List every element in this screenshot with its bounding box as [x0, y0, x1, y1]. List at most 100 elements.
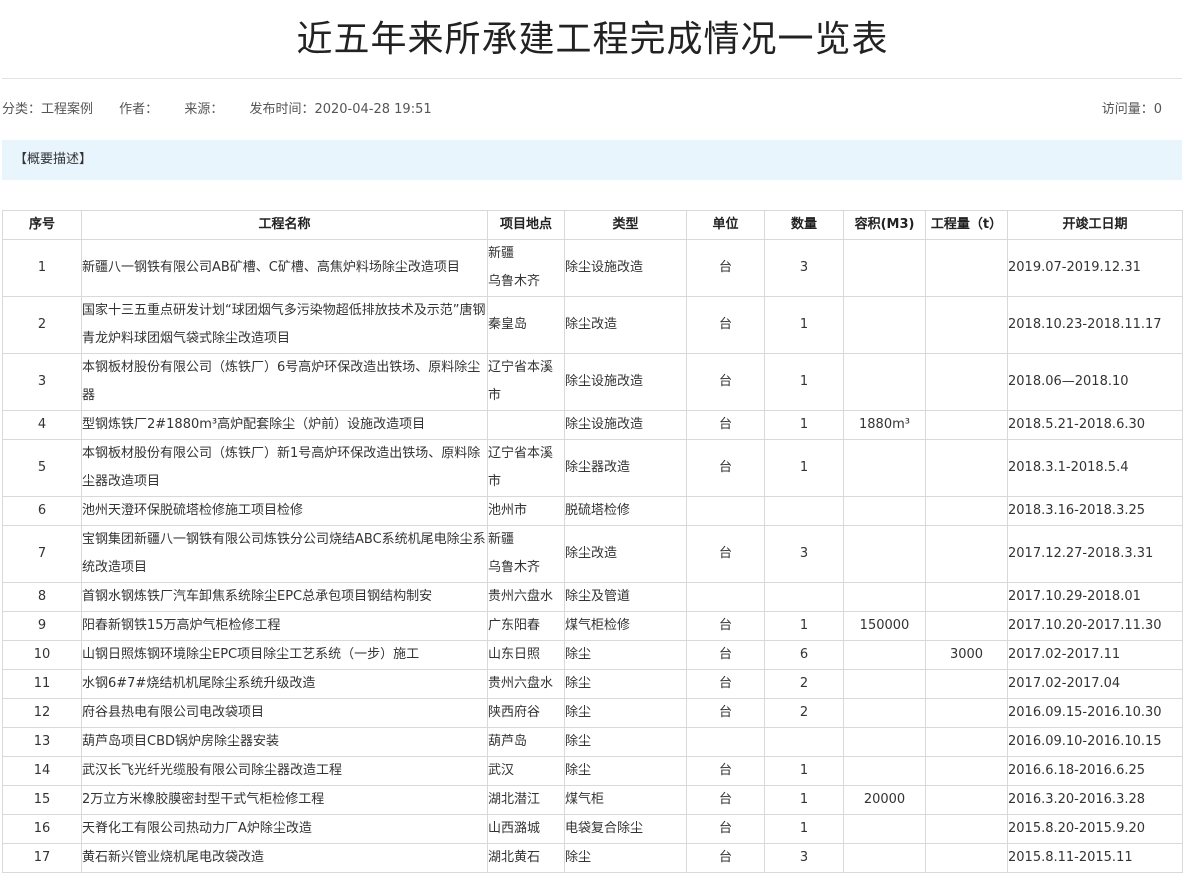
row-type: 除尘 — [564, 669, 687, 699]
header-type: 类型 — [564, 210, 687, 240]
row-volume — [843, 843, 926, 873]
row-quantity: 1 — [764, 353, 844, 411]
table-row: 11 水钢6#7#烧结机机尾除尘系统升级改造 贵州六盘水 除尘台 2 2017.02-20… — [2, 669, 1183, 699]
row-location: 武汉 — [487, 756, 565, 786]
row-type: 脱硫塔检修 — [564, 496, 687, 526]
table-row: 1 新疆八一钢铁有限公司AB矿槽、C矿槽、高焦炉料场除尘改造项目 新疆 乌鲁木齐 除尘设… — [2, 239, 1183, 297]
row-quantity: 1 — [764, 296, 844, 354]
table-row: 8 首钢水钢炼铁厂汽车卸焦系统除尘EPC总承包项目钢结构制安 贵州六盘水 除尘及管道 2… — [2, 582, 1183, 612]
header-no: 序号 — [2, 210, 82, 240]
row-quantity: 6 — [764, 640, 844, 670]
row-unit: 台 — [686, 814, 765, 844]
page-title: 近五年来所承建工程完成情况一览表 — [296, 19, 889, 60]
row-type: 除尘 — [564, 698, 687, 728]
row-type: 除尘器改造 — [564, 439, 687, 497]
row-location: 贵州六盘水 — [487, 669, 565, 699]
row-name: 首钢水钢炼铁厂汽车卸焦系统除尘EPC总承包项目钢结构制安 — [81, 582, 488, 612]
row-date: 2016.3.20-2016.3.28 — [1007, 785, 1183, 815]
row-weight — [925, 611, 1008, 641]
table-row: 9 阳春新钢铁15万高炉气柜检修工程 广东阳春 煤气柜检修台 1 150000 2017.1… — [2, 611, 1183, 641]
row-weight — [925, 296, 1008, 354]
row-weight — [925, 669, 1008, 699]
row-location: 陕西府谷 — [487, 698, 565, 728]
row-unit: 台 — [686, 669, 765, 699]
header-name: 工程名称 — [81, 210, 488, 240]
row-unit: 台 — [686, 353, 765, 411]
row-date: 2016.09.15-2016.10.30 — [1007, 698, 1183, 728]
row-type: 除尘 — [564, 843, 687, 873]
header-quantity: 数量 — [764, 210, 844, 240]
row-name: 水钢6#7#烧结机机尾除尘系统升级改造 — [81, 669, 488, 699]
row-type: 除尘 — [564, 727, 687, 757]
row-location: 湖北潜江 — [487, 785, 565, 815]
table-row: 5 本钢板材股份有限公司（炼铁厂）新1号高炉环保改造出铁场、原料除尘器改造项目 辽宁… — [2, 439, 1183, 497]
table-row: 3 本钢板材股份有限公司（炼铁厂）6号高炉环保改造出铁场、原料除尘器 辽宁省本溪市除… — [2, 353, 1183, 411]
row-no: 12 — [2, 698, 82, 728]
row-date: 2018.5.21-2018.6.30 — [1007, 410, 1183, 440]
row-volume — [843, 525, 926, 583]
row-no: 13 — [2, 727, 82, 757]
row-name: 国家十三五重点研发计划“球团烟气多污染物超低排放技术及示范”唐钢青龙炉料球团烟气… — [81, 296, 488, 354]
row-location: 新疆 乌鲁木齐 — [487, 525, 565, 583]
row-unit — [686, 727, 765, 757]
row-date: 2017.10.20-2017.11.30 — [1007, 611, 1183, 641]
meta-published: 发布时间：2020-04-28 19:51 — [249, 102, 432, 117]
row-no: 16 — [2, 814, 82, 844]
row-volume: 20000 — [843, 785, 926, 815]
row-name: 型钢炼铁厂2#1880m³高炉配套除尘（炉前）设施改造项目 — [81, 410, 488, 440]
row-location: 贵州六盘水 — [487, 582, 565, 612]
table-row: 10 山钢日照炼钢环境除尘EPC项目除尘工艺系统（一步）施工 山东日照 除尘台 6 300… — [2, 640, 1183, 670]
row-quantity: 1 — [764, 611, 844, 641]
table-row: 14 武汉长飞光纤光缆股有限公司除尘器改造工程 武汉 除尘台 1 2016.6.18-20… — [2, 756, 1183, 786]
row-no: 7 — [2, 525, 82, 583]
row-weight — [925, 582, 1008, 612]
row-quantity: 3 — [764, 525, 844, 583]
row-unit: 台 — [686, 410, 765, 440]
row-volume — [843, 296, 926, 354]
row-type: 除尘 — [564, 640, 687, 670]
meta-author: 作者： — [119, 102, 159, 117]
row-location: 新疆 乌鲁木齐 — [487, 239, 565, 297]
row-quantity: 2 — [764, 698, 844, 728]
row-type: 煤气柜检修 — [564, 611, 687, 641]
table-row: 7 宝钢集团新疆八一钢铁有限公司炼铁分公司烧结ABC系统机尾电除尘系统改造项目 新疆… — [2, 525, 1183, 583]
row-type: 除尘 — [564, 756, 687, 786]
row-date: 2018.10.23-2018.11.17 — [1007, 296, 1183, 354]
row-name: 山钢日照炼钢环境除尘EPC项目除尘工艺系统（一步）施工 — [81, 640, 488, 670]
article-meta: 分类：工程案例 作者： 来源： 发布时间：2020-04-28 19:51 访问… — [2, 101, 1162, 119]
row-volume — [843, 640, 926, 670]
row-type: 除尘改造 — [564, 525, 687, 583]
summary-label: 【概要描述】 — [14, 152, 93, 167]
row-volume — [843, 814, 926, 844]
table-row: 12 府谷县热电有限公司电改袋项目 陕西府谷 除尘台 2 2016.09.15-2016.… — [2, 698, 1183, 728]
row-no: 14 — [2, 756, 82, 786]
row-location: 山东日照 — [487, 640, 565, 670]
row-volume: 150000 — [843, 611, 926, 641]
row-date: 2015.8.20-2015.9.20 — [1007, 814, 1183, 844]
row-weight — [925, 353, 1008, 411]
row-no: 8 — [2, 582, 82, 612]
row-name: 2万立方米橡胶膜密封型干式气柜检修工程 — [81, 785, 488, 815]
table-row: 6 池州天澄环保脱硫塔检修施工项目检修 池州市 脱硫塔检修 2018.3.16-2018… — [2, 496, 1183, 526]
row-date: 2017.10.29-2018.01 — [1007, 582, 1183, 612]
row-volume — [843, 439, 926, 497]
table-row: 13 葫芦岛项目CBD锅炉房除尘器安装 葫芦岛 除尘 2016.09.10-2016.1… — [2, 727, 1183, 757]
row-location: 池州市 — [487, 496, 565, 526]
row-quantity — [764, 582, 844, 612]
row-name: 天脊化工有限公司热动力厂A炉除尘改造 — [81, 814, 488, 844]
header-volume: 容积(M3) — [843, 210, 926, 240]
row-quantity: 2 — [764, 669, 844, 699]
row-weight — [925, 410, 1008, 440]
table-row: 17 黄石新兴管业烧机尾电改袋改造 湖北黄石 除尘台 3 2015.8.11-2015.1… — [2, 843, 1183, 873]
row-weight — [925, 239, 1008, 297]
row-volume — [843, 756, 926, 786]
table-row: 15 2万立方米橡胶膜密封型干式气柜检修工程 湖北潜江 煤气柜台 1 20000 2016.… — [2, 785, 1183, 815]
row-unit: 台 — [686, 785, 765, 815]
row-type: 除尘设施改造 — [564, 239, 687, 297]
row-quantity: 1 — [764, 439, 844, 497]
row-volume — [843, 582, 926, 612]
row-quantity: 1 — [764, 756, 844, 786]
row-name: 池州天澄环保脱硫塔检修施工项目检修 — [81, 496, 488, 526]
row-no: 17 — [2, 843, 82, 873]
row-weight — [925, 439, 1008, 497]
